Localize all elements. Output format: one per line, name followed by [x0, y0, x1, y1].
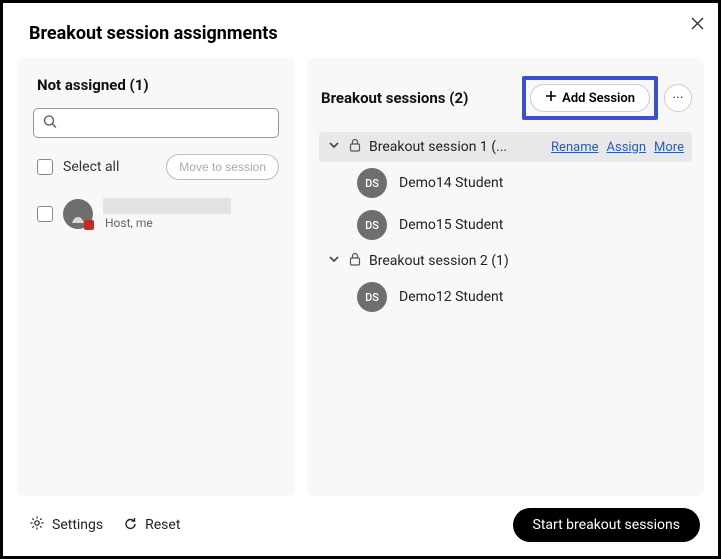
page-title: Breakout session assignments [3, 3, 718, 58]
session-name: Breakout session 1 (... [369, 139, 507, 155]
more-options-button[interactable]: ··· [664, 84, 692, 112]
reset-label: Reset [145, 517, 180, 533]
reset-icon [123, 516, 138, 535]
close-icon[interactable] [691, 15, 704, 34]
session-name: Breakout session 2 (1) [369, 253, 509, 269]
rename-link[interactable]: Rename [551, 140, 598, 155]
lock-icon [349, 252, 361, 270]
add-session-button[interactable]: Add Session [530, 84, 650, 112]
assign-link[interactable]: Assign [607, 140, 647, 155]
settings-label: Settings [52, 517, 103, 533]
search-icon [43, 114, 57, 133]
move-to-session-button[interactable]: Move to session [166, 154, 279, 180]
not-assigned-title: Not assigned (1) [33, 76, 279, 94]
chevron-down-icon [327, 252, 341, 270]
plus-icon [545, 90, 557, 106]
participant-checkbox[interactable] [37, 206, 53, 222]
participant-name-redacted [103, 198, 231, 214]
chevron-down-icon [327, 138, 341, 156]
avatar: DS [357, 168, 387, 198]
participant-row[interactable]: Host, me [33, 194, 279, 234]
start-sessions-button[interactable]: Start breakout sessions [513, 508, 700, 542]
more-link[interactable]: More [654, 140, 684, 155]
student-row[interactable]: DS Demo14 Student [319, 162, 692, 204]
reset-button[interactable]: Reset [123, 516, 180, 535]
select-all-checkbox[interactable] [37, 159, 53, 175]
avatar [63, 199, 93, 229]
avatar: DS [357, 282, 387, 312]
not-assigned-panel: Not assigned (1) Select all Move to sess… [17, 58, 295, 496]
search-wrap [33, 108, 279, 138]
settings-button[interactable]: Settings [29, 515, 103, 535]
ellipsis-icon: ··· [673, 90, 684, 106]
add-session-label: Add Session [562, 91, 635, 106]
sessions-title: Breakout sessions (2) [319, 89, 522, 107]
add-session-highlight: Add Session [522, 76, 658, 120]
avatar: DS [357, 210, 387, 240]
select-all-wrap[interactable]: Select all [37, 159, 119, 175]
select-all-label: Select all [63, 159, 119, 175]
session-header[interactable]: Breakout session 1 (... Rename Assign Mo… [319, 132, 692, 162]
search-input[interactable] [33, 108, 279, 138]
student-name: Demo14 Student [399, 175, 503, 191]
student-row[interactable]: DS Demo12 Student [319, 276, 692, 318]
student-row[interactable]: DS Demo15 Student [319, 204, 692, 246]
sessions-panel: Breakout sessions (2) Add Session ··· [307, 58, 704, 496]
session-header[interactable]: Breakout session 2 (1) [319, 246, 692, 276]
lock-icon [349, 138, 361, 156]
participant-sub: Host, me [103, 216, 231, 230]
footer: Settings Reset Start breakout sessions [29, 508, 700, 542]
student-name: Demo15 Student [399, 217, 503, 233]
gear-icon [29, 515, 45, 535]
student-name: Demo12 Student [399, 289, 503, 305]
